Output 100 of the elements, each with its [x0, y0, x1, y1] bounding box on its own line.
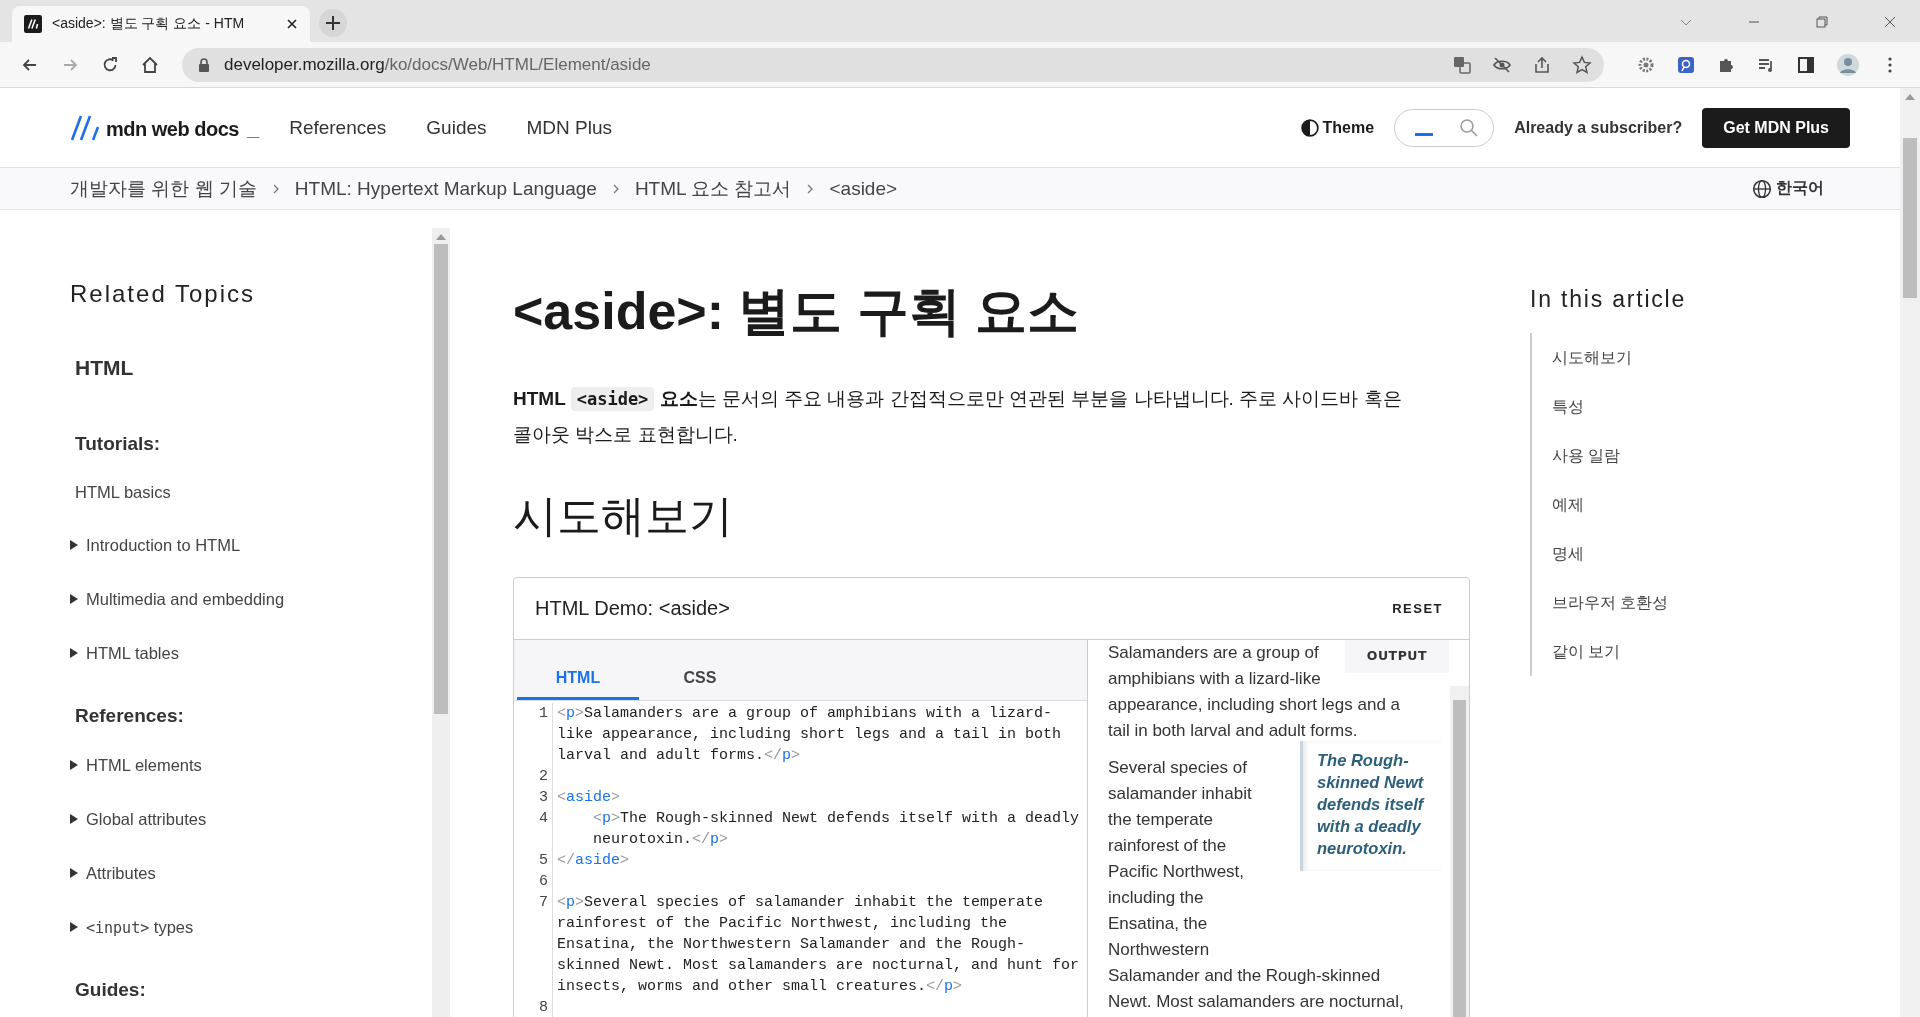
output-text-line: tail in both larval and adult forms.	[1108, 720, 1358, 742]
sidebar-heading: References:	[74, 704, 185, 728]
line-number: 6	[514, 871, 553, 892]
sidebar-link[interactable]: HTML tables	[86, 643, 179, 663]
breadcrumb-link[interactable]: 개발자를 위한 웹 기술	[70, 175, 257, 202]
share-icon[interactable]	[1532, 54, 1552, 75]
line-number: 5	[514, 850, 553, 871]
theme-icon	[1300, 118, 1319, 137]
toc-link[interactable]: 명세	[1552, 529, 1830, 578]
sidebar-heading: Guides:	[74, 978, 147, 1002]
logo-icon	[24, 15, 42, 33]
toc-link[interactable]: 브라우저 호환성	[1552, 578, 1830, 627]
sidebar-link[interactable]: Multimedia and embedding	[86, 589, 285, 609]
subscriber-link[interactable]: Already a subscriber?	[1514, 118, 1683, 137]
output-text-line: Several species of	[1108, 757, 1247, 779]
output-text-line: Northwestern	[1108, 939, 1210, 961]
output-text-line: amphibians with a lizard-like	[1108, 668, 1321, 690]
sidebar-heading: Tutorials:	[74, 432, 162, 456]
code-line: <aside>	[557, 788, 622, 808]
line-number: 8	[514, 997, 553, 1017]
output-text-line: rainforest of the	[1108, 835, 1227, 857]
sidebar-link[interactable]: HTML basics	[70, 466, 432, 518]
close-icon[interactable]	[286, 18, 298, 30]
code-line: </aside>	[557, 851, 631, 871]
tab-title: <aside>: 별도 구획 요소 - HTM	[52, 15, 246, 33]
translate-icon[interactable]	[1452, 54, 1472, 75]
section-title: 시도해보기	[513, 490, 734, 542]
toc-link[interactable]: 시도해보기	[1552, 333, 1830, 382]
home-icon[interactable]	[140, 54, 160, 75]
reset-button[interactable]: RESET	[1386, 600, 1449, 617]
new-tab-button[interactable]	[318, 8, 348, 38]
toc-title: In this article	[1530, 286, 1688, 313]
output-label: OUTPUT	[1344, 640, 1449, 673]
disclosure-triangle-icon[interactable]	[70, 648, 78, 658]
nav-link[interactable]: Guides	[426, 116, 507, 139]
address-bar[interactable]: developer.mozilla.org/ko/docs/Web/HTML/Element/aside	[182, 47, 1604, 82]
restore-icon[interactable]	[1814, 14, 1830, 30]
theme-button[interactable]: Theme	[1294, 117, 1381, 138]
disclosure-triangle-icon[interactable]	[70, 868, 78, 878]
page-title: <aside>: 별도 구획 요소	[513, 281, 1081, 342]
sidebar-title: Related Topics	[70, 280, 256, 309]
language-button[interactable]: 한국어	[1746, 177, 1830, 200]
breadcrumb-link[interactable]: HTML 요소 참고서	[634, 175, 792, 202]
breadcrumb-link[interactable]: <aside>	[829, 177, 898, 200]
search-icon[interactable]	[1459, 117, 1480, 138]
get-mdn-plus-button[interactable]: Get MDN Plus	[1702, 107, 1850, 148]
avatar-icon[interactable]	[1836, 52, 1860, 77]
nav-link[interactable]: MDN Plus	[526, 116, 633, 139]
browser-tab[interactable]: <aside>: 별도 구획 요소 - HTM	[12, 6, 310, 42]
disclosure-triangle-icon[interactable]	[70, 814, 78, 824]
sidebar-section[interactable]: HTML	[70, 346, 432, 390]
line-number: 4	[514, 808, 553, 850]
mdn-logo[interactable]: mdn web docs _	[70, 114, 260, 141]
eye-off-icon[interactable]	[1492, 54, 1512, 75]
line-number: 2	[514, 766, 553, 787]
line-number: 1	[514, 703, 553, 766]
editor-tab[interactable]: CSS	[639, 658, 761, 700]
sidebar-link[interactable]: Global attributes	[86, 809, 207, 829]
lock-icon	[198, 57, 210, 72]
cursor-icon	[1415, 133, 1434, 136]
star-icon[interactable]	[1572, 54, 1592, 75]
disclosure-triangle-icon[interactable]	[70, 760, 78, 770]
editor-tab[interactable]: HTML	[517, 658, 639, 700]
output-text-line: Salamanders are a group of	[1108, 642, 1319, 664]
extension-icon[interactable]	[1676, 54, 1696, 75]
globe-icon	[1752, 178, 1772, 199]
demo-title: HTML Demo: <aside>	[535, 597, 730, 620]
sidebar-link[interactable]: HTML elements	[86, 755, 202, 775]
disclosure-triangle-icon[interactable]	[70, 540, 78, 550]
intro-paragraph: HTML <aside> 요소는 문서의 주요 내용과 간접적으로만 연관된 부분을 나타냅니다. 주로 사이드바 혹은 콜아웃 박스로 표현합니다.	[513, 386, 1403, 447]
output-text-line: Ensatina, the	[1108, 913, 1208, 935]
breadcrumb-link[interactable]: HTML: Hypertext Markup Language	[294, 177, 597, 200]
scrollbar[interactable]	[432, 228, 450, 1017]
output-text-line: salamander inhabit	[1108, 783, 1252, 805]
sidebar-link[interactable]: <input> types	[86, 917, 194, 937]
disclosure-triangle-icon[interactable]	[70, 594, 78, 604]
toc-link[interactable]: 예제	[1552, 480, 1830, 529]
output-text-line: Pacific Northwest,	[1108, 861, 1245, 883]
code-line: <p>Several species of salamander inhabit the temperate rainforest of the Pacific Northwest, including the Ensatina, the Northwestern Salamander and the Rough-skinned Newt. Most salamanders are nocturnal, and hunt for insects, worms and other small creatures.</p>	[557, 893, 1081, 997]
code-line: <p>The Rough-skinned Newt defends itself with a deadly neurotoxin.</p>	[592, 809, 1081, 850]
toc-link[interactable]: 같이 보기	[1552, 627, 1830, 676]
line-number: 7	[514, 892, 553, 997]
toc-link[interactable]: 특성	[1552, 382, 1830, 431]
toc-link[interactable]: 사용 일람	[1552, 431, 1830, 480]
line-number: 3	[514, 787, 553, 808]
nav-link[interactable]: References	[289, 116, 407, 139]
sidebar-icon[interactable]	[1796, 54, 1816, 75]
url-text: developer.mozilla.org/ko/docs/Web/HTML/Element/aside	[224, 54, 651, 75]
scrollbar[interactable]	[1450, 686, 1469, 1017]
scrollbar[interactable]	[1900, 88, 1920, 1017]
sidebar-link[interactable]: Attributes	[86, 863, 156, 883]
disclosure-triangle-icon[interactable]	[70, 922, 78, 932]
output-text-line: Salamander and the Rough-skinned	[1108, 965, 1381, 987]
output-text-line: including the	[1108, 887, 1204, 909]
code-line: <p>Salamanders are a group of amphibians with a lizard-like appearance, including short legs and a tail in both larval and adult forms.</p>	[557, 704, 1063, 766]
output-text-line: Newt. Most salamanders are nocturnal,	[1108, 991, 1404, 1013]
sidebar-link[interactable]: Introduction to HTML	[86, 535, 241, 555]
output-text-line: the temperate	[1108, 809, 1213, 831]
aside-box: The Rough-skinned Newt defends itself with a deadly neurotoxin.	[1300, 741, 1441, 871]
output-text-line: appearance, including short legs and a	[1108, 694, 1401, 716]
